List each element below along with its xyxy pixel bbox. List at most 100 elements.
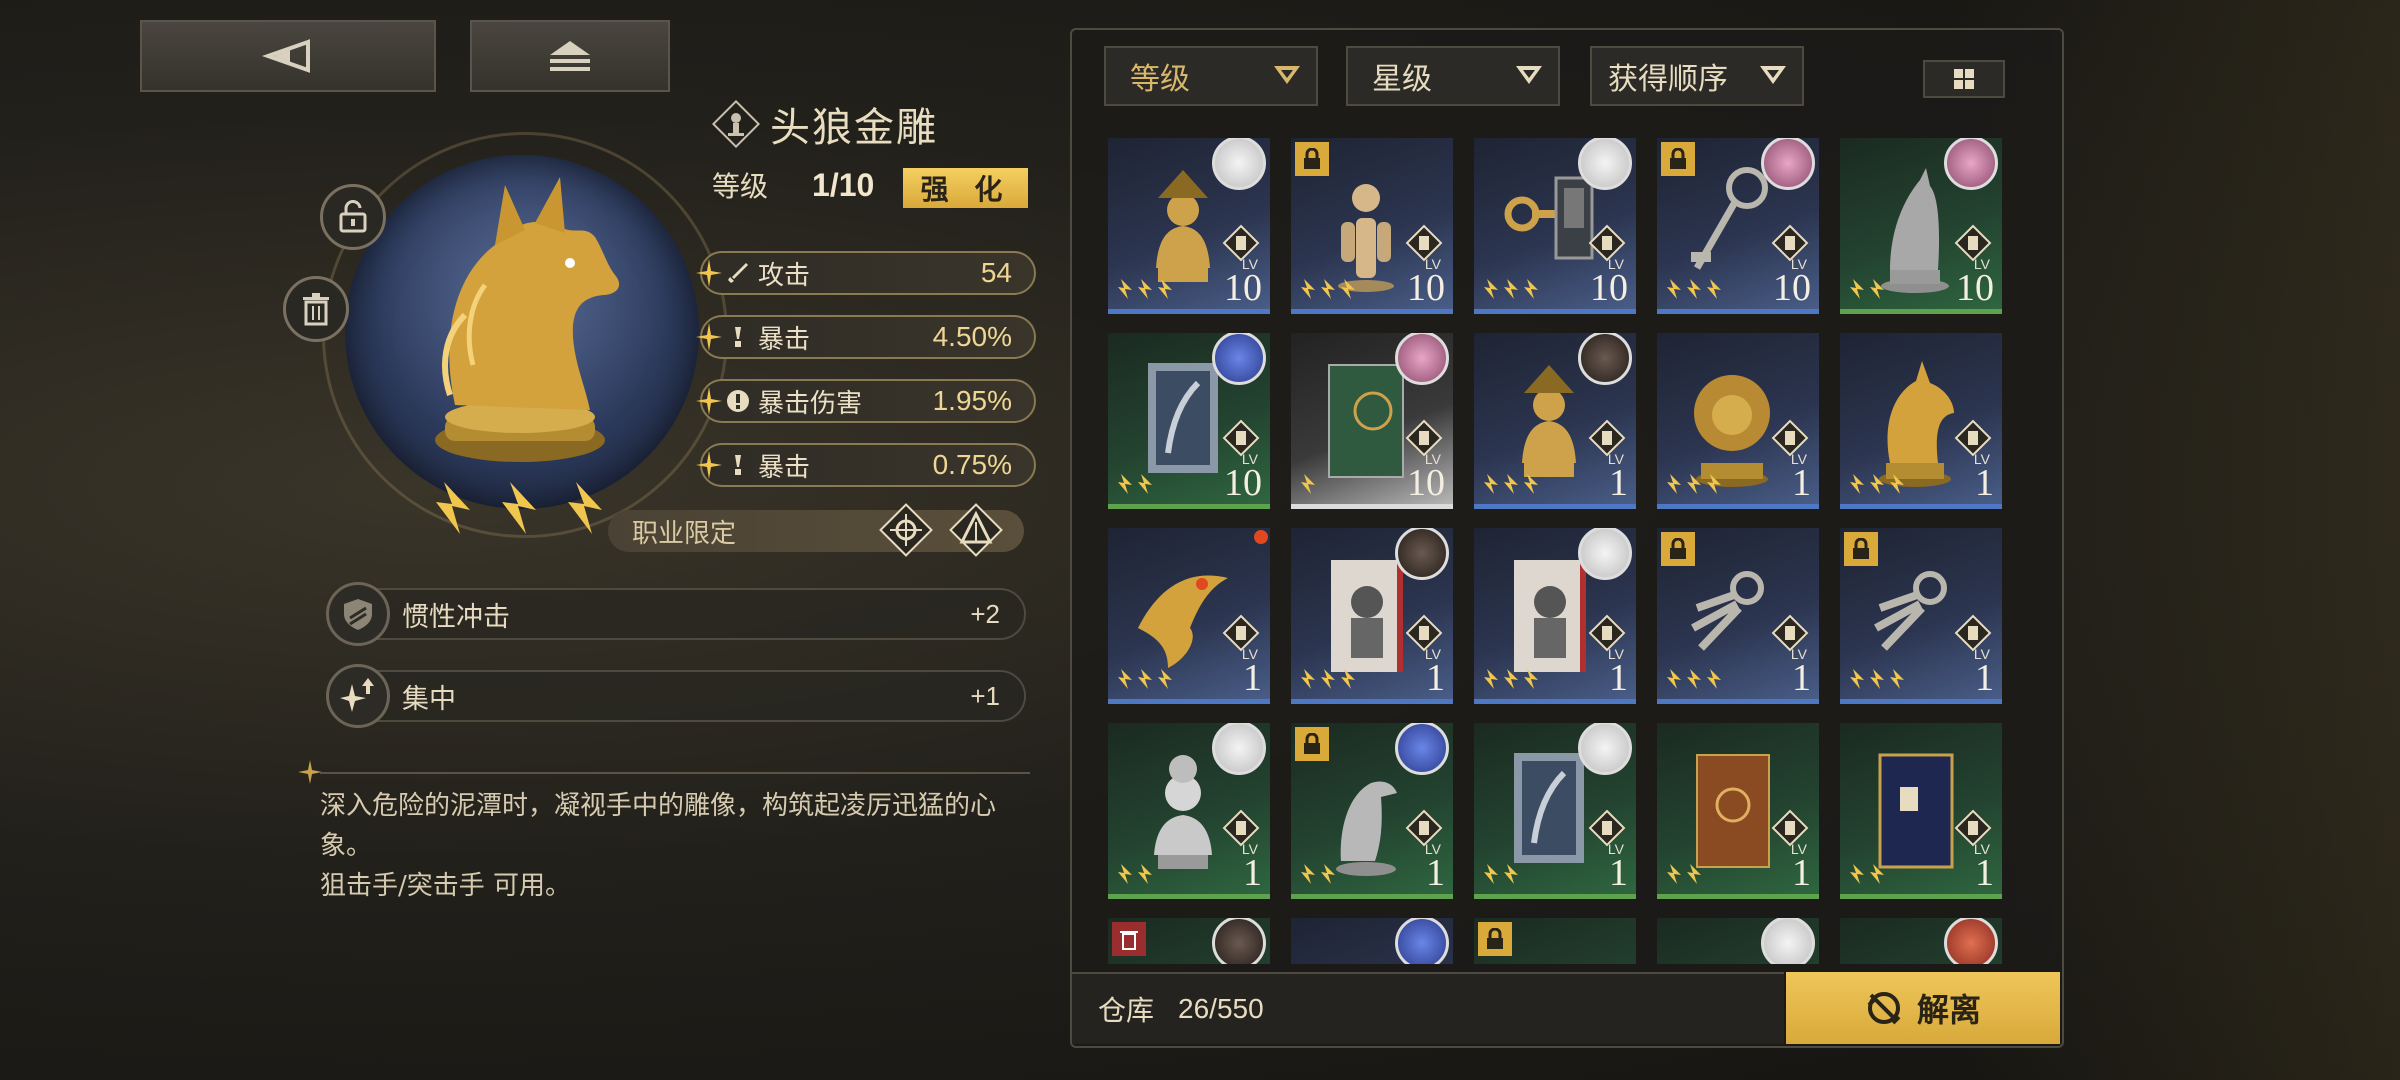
item-name: 头狼金雕 — [770, 105, 938, 151]
stat-value: 4.50% — [932, 321, 1012, 352]
relic-card[interactable] — [1657, 918, 1819, 964]
description-line: 狙击手/突击手 可用。 — [320, 871, 572, 901]
relic-card[interactable]: LV 1 — [1474, 723, 1636, 899]
relic-card[interactable]: LV 1 — [1657, 723, 1819, 899]
relic-card[interactable] — [1840, 918, 2002, 964]
relic-card[interactable]: LV 10 — [1291, 333, 1453, 509]
filter-label: 获得顺序 — [1608, 62, 1728, 97]
rarity-bar — [1474, 504, 1636, 509]
star-icon — [1301, 279, 1315, 299]
filter-star-dropdown[interactable]: 星级 — [1346, 46, 1560, 106]
star-icon — [1301, 474, 1315, 494]
rarity-bar — [1108, 504, 1270, 509]
relic-card[interactable]: LV 1 — [1840, 333, 2002, 509]
trash-icon — [1112, 922, 1146, 956]
stat-row: 攻击 54 — [696, 251, 1036, 295]
description-line: 深入危险的泥潭时，凝视手中的雕像，构筑起凌厉迅猛的心象。 — [320, 791, 997, 861]
stat-name: 暴击 — [758, 452, 811, 483]
lock-toggle-button[interactable] — [320, 184, 386, 250]
rarity-bar — [1291, 504, 1453, 509]
relic-card[interactable]: LV 1 — [1657, 528, 1819, 704]
card-level: 1 — [1609, 852, 1628, 894]
relic-card[interactable]: LV 1 — [1474, 333, 1636, 509]
star-icon — [1158, 279, 1172, 299]
trash-icon — [303, 293, 329, 326]
rarity-bar — [1291, 894, 1453, 899]
level-row: 等级 1/10 — [712, 165, 874, 205]
star-icon — [1667, 474, 1681, 494]
relic-card[interactable]: LV 1 — [1108, 723, 1270, 899]
star-icon — [1138, 864, 1152, 884]
level-label: 等级 — [712, 170, 769, 203]
card-stars — [1665, 278, 1723, 300]
relic-card[interactable] — [1291, 918, 1453, 964]
star-icon — [1870, 279, 1884, 299]
rarity-bar — [1657, 699, 1819, 704]
equipped-character-avatar — [1761, 918, 1815, 964]
relic-card[interactable]: LV 1 — [1291, 723, 1453, 899]
assault-class-icon — [949, 503, 1003, 557]
enhance-button[interactable]: 强 化 — [903, 168, 1028, 208]
sparkle-icon — [696, 451, 722, 479]
storage-count: 26/550 — [1178, 993, 1264, 1024]
dismantle-button[interactable]: 解离 — [1786, 972, 2060, 1044]
new-badge-dot — [1254, 530, 1268, 544]
unlock-icon — [339, 200, 367, 233]
relic-card[interactable]: LV 10 — [1840, 138, 2002, 314]
relic-card[interactable]: LV 1 — [1657, 333, 1819, 509]
stat-name: 暴击 — [758, 324, 811, 355]
storage-bar: 仓库 26/550 — [1072, 972, 1784, 1044]
filter-order-dropdown[interactable]: 获得顺序 — [1590, 46, 1804, 106]
card-stars — [1665, 668, 1723, 690]
class-restriction-bar: 职业限定 — [608, 503, 1024, 557]
star-icon — [1301, 669, 1315, 689]
card-stars — [1848, 278, 1886, 300]
star-icon — [1524, 279, 1538, 299]
star-icon — [1687, 669, 1701, 689]
relic-card[interactable]: LV 1 — [1108, 528, 1270, 704]
star-icon — [1484, 474, 1498, 494]
relic-card[interactable]: LV 10 — [1657, 138, 1819, 314]
star-icon — [1321, 279, 1335, 299]
description-divider — [320, 772, 1030, 774]
relic-card[interactable]: LV 10 — [1474, 138, 1636, 314]
star-icon — [1667, 864, 1681, 884]
star-icon — [1667, 669, 1681, 689]
card-level: 1 — [1426, 852, 1445, 894]
relic-card[interactable]: LV 10 — [1108, 138, 1270, 314]
chevron-down-icon — [1274, 66, 1300, 84]
equipped-character-avatar — [1578, 528, 1632, 580]
equipped-character-avatar — [1578, 723, 1632, 775]
card-stars — [1482, 863, 1520, 885]
relic-card[interactable] — [1474, 918, 1636, 964]
card-level: 10 — [1773, 267, 1811, 309]
card-level: 10 — [1407, 462, 1445, 504]
dismantle-label: 解离 — [1916, 991, 1981, 1029]
rarity-bar — [1108, 699, 1270, 704]
item-header: 头狼金雕 — [712, 95, 938, 153]
relic-card[interactable]: LV 10 — [1291, 138, 1453, 314]
relic-card[interactable]: LV 1 — [1291, 528, 1453, 704]
star-icon — [1524, 669, 1538, 689]
relic-card[interactable]: LV 1 — [1474, 528, 1636, 704]
back-button[interactable] — [140, 20, 436, 92]
grid-view-button[interactable] — [1923, 60, 2005, 98]
relic-card[interactable]: LV 1 — [1840, 723, 2002, 899]
lock-icon — [1295, 727, 1329, 761]
relic-card[interactable]: LV 10 — [1108, 333, 1270, 509]
relic-card[interactable]: LV 1 — [1840, 528, 2002, 704]
discard-button[interactable] — [283, 276, 349, 342]
card-stars — [1665, 473, 1723, 495]
rarity-bar — [1840, 894, 2002, 899]
card-stars — [1116, 278, 1174, 300]
star-icon — [1504, 864, 1518, 884]
rarity-bar — [1840, 699, 2002, 704]
lock-icon — [1661, 142, 1695, 176]
star-icon — [1890, 474, 1904, 494]
star-icon — [1484, 864, 1498, 884]
home-button[interactable] — [470, 20, 670, 92]
golden-wolf-bust-image — [435, 177, 620, 462]
relic-card[interactable] — [1108, 918, 1270, 964]
filter-level-dropdown[interactable]: 等级 — [1104, 46, 1318, 106]
star-icon — [1504, 474, 1518, 494]
